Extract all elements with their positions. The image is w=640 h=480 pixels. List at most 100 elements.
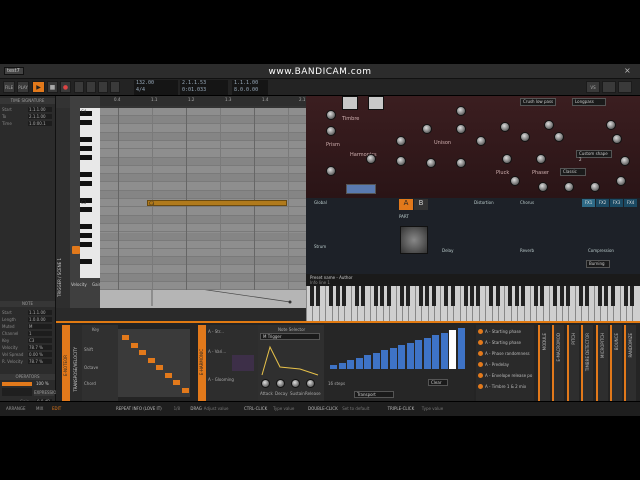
note-prop-value[interactable]: 1.1.1.00 (28, 310, 52, 315)
synth-knob[interactable] (456, 106, 466, 116)
ab-a-button[interactable]: A (399, 199, 413, 210)
loop-button[interactable] (74, 81, 84, 93)
adsr-knob[interactable] (276, 379, 285, 388)
plugin-black-key[interactable] (534, 286, 538, 306)
tempo-display[interactable]: 132.00 4/4 (134, 80, 178, 95)
matrix-cell-active[interactable] (164, 372, 172, 378)
mod-item-label[interactable]: A - Predelay (485, 362, 509, 367)
plugin-black-key[interactable] (399, 286, 404, 306)
black-key[interactable] (80, 155, 92, 160)
synth-knob[interactable] (520, 132, 530, 142)
step-bar[interactable] (423, 337, 431, 369)
fx-tab[interactable]: FX4 (624, 199, 637, 207)
note-matrix[interactable] (118, 329, 190, 397)
synth-knob[interactable] (612, 134, 622, 144)
black-key[interactable] (80, 146, 92, 151)
step-bar[interactable] (364, 355, 371, 369)
plugin-black-key[interactable] (610, 286, 615, 306)
black-key[interactable] (80, 181, 92, 186)
matrix-cell-active[interactable] (139, 350, 146, 355)
step-bar[interactable] (415, 340, 422, 369)
note-grid[interactable]: C3 (100, 108, 306, 290)
velocity-tool-icon[interactable] (72, 246, 80, 254)
step-bar[interactable] (457, 327, 465, 369)
mix-tab[interactable]: MIX (36, 406, 43, 411)
synth-knob[interactable] (426, 158, 436, 168)
matrix-cell-active[interactable] (156, 365, 163, 370)
plugin-black-key[interactable] (559, 286, 564, 306)
transport-select[interactable]: Transport (354, 391, 394, 398)
synth-knob[interactable] (502, 154, 512, 164)
synth-knob[interactable] (536, 154, 546, 164)
plugin-black-key[interactable] (342, 286, 346, 306)
note-prop-value[interactable]: 1 (28, 331, 52, 336)
black-key[interactable] (80, 233, 92, 238)
mod-dot[interactable] (478, 384, 483, 389)
plugin-black-key[interactable] (470, 286, 474, 306)
right-device[interactable]: BOUNCE (610, 325, 622, 401)
plugin-black-key[interactable] (335, 286, 340, 306)
right-device[interactable]: MODULE (538, 325, 550, 401)
preset-bar[interactable]: Preset name - Author Info line 1 (306, 274, 640, 286)
mod-dot[interactable] (478, 362, 483, 367)
plugin-black-key[interactable] (585, 286, 590, 306)
synth-knob[interactable] (366, 154, 376, 164)
adsr-knob[interactable] (306, 379, 315, 388)
mod-dot[interactable] (478, 340, 483, 345)
synth-knob[interactable] (326, 110, 336, 120)
note-prop-value[interactable]: M (28, 324, 52, 329)
inspector-value[interactable]: 2.1.1.00 (28, 114, 52, 119)
matrix-cell-active[interactable] (130, 342, 138, 348)
plugin-black-key[interactable] (354, 286, 359, 306)
filter-type-select[interactable]: Crush low pass (520, 98, 556, 106)
synth-knob[interactable] (544, 120, 554, 130)
plugin-black-key[interactable] (604, 286, 609, 306)
plugin-black-key[interactable] (444, 286, 449, 306)
layout-button[interactable] (602, 81, 616, 93)
plugin-black-key[interactable] (598, 286, 602, 306)
mod-dot[interactable] (478, 351, 483, 356)
plugin-keyboard[interactable] (306, 286, 640, 321)
plugin-black-key[interactable] (418, 286, 423, 306)
synth-knob[interactable] (620, 156, 630, 166)
play-menu-button[interactable]: PLAY (17, 81, 29, 93)
adsr-knob[interactable] (261, 379, 270, 388)
plugin-black-key[interactable] (463, 286, 468, 306)
note-prop-value[interactable]: 78.7 % (28, 345, 52, 350)
metronome-button[interactable] (110, 81, 120, 93)
synth-knob[interactable] (422, 124, 432, 134)
plugin-black-key[interactable] (566, 286, 570, 306)
automation-button[interactable] (98, 81, 108, 93)
right-device[interactable]: TIMBRE DETECTOR (581, 325, 594, 401)
step-bar[interactable] (449, 330, 456, 369)
mod-item-label[interactable]: A - Timbre 1 & 2 mix (485, 384, 526, 389)
mod-item-label[interactable]: A - Starting phase (485, 340, 521, 345)
mod-item-label[interactable]: A - Envelope release po (485, 373, 532, 378)
note-prop-value[interactable]: 78.7 % (28, 359, 52, 364)
synth-knob[interactable] (564, 182, 574, 192)
step-bar[interactable] (347, 360, 354, 369)
ab-b-button[interactable]: B (414, 199, 428, 210)
plugin-black-key[interactable] (508, 286, 513, 306)
synth-knob[interactable] (616, 176, 626, 186)
note-prop-value[interactable]: C3 (28, 338, 52, 343)
mod-item-label[interactable]: A - Phase randomness (485, 351, 530, 356)
plugin-black-key[interactable] (406, 286, 410, 306)
chance-bar[interactable] (2, 382, 32, 386)
fx-tab[interactable]: FX3 (610, 199, 623, 207)
harmonics-bar-display[interactable] (346, 184, 376, 194)
black-key[interactable] (80, 137, 92, 142)
step-bar[interactable] (355, 357, 363, 369)
plugin-black-key[interactable] (386, 286, 391, 306)
envelope-graph[interactable] (260, 343, 320, 377)
synth-knob[interactable] (456, 124, 466, 134)
plugin-black-key[interactable] (329, 286, 334, 306)
black-key[interactable] (80, 259, 92, 264)
black-key[interactable] (80, 242, 92, 247)
mod-item-label[interactable]: A - Starting phase (485, 329, 521, 334)
synth-knob[interactable] (554, 132, 564, 142)
note-c3[interactable]: C3 (147, 200, 287, 206)
matrix-cell-active[interactable] (181, 387, 189, 393)
synth-knob[interactable] (606, 120, 616, 130)
step-bar[interactable] (330, 365, 337, 369)
